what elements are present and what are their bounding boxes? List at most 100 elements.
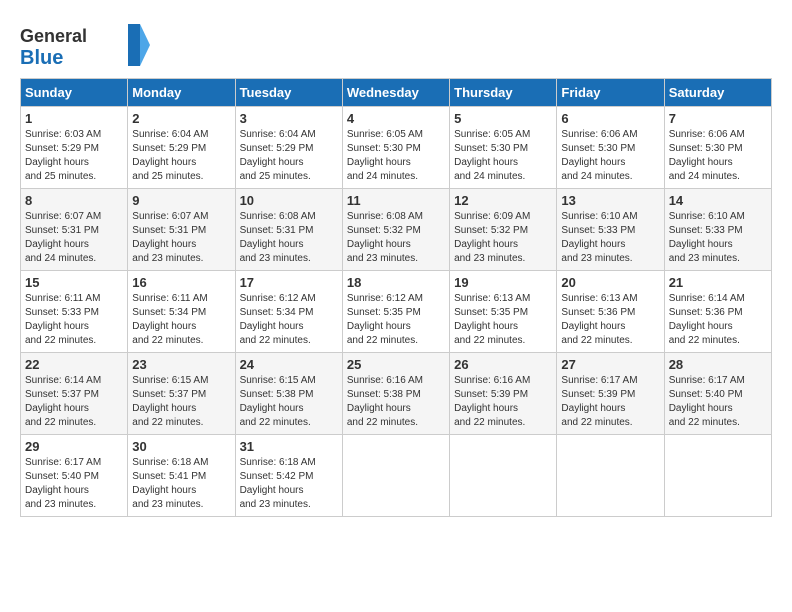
daylight-value: and 24 minutes. bbox=[347, 171, 418, 182]
sunrise-label: Sunrise: 6:15 AM bbox=[240, 375, 316, 386]
daylight-label: Daylight hours bbox=[669, 403, 733, 414]
weekday-header-saturday: Saturday bbox=[664, 79, 771, 107]
sunset-label: Sunset: 5:42 PM bbox=[240, 471, 314, 482]
daylight-label: Daylight hours bbox=[25, 321, 89, 332]
sunrise-label: Sunrise: 6:16 AM bbox=[347, 375, 423, 386]
day-number: 1 bbox=[25, 111, 123, 126]
day-number: 30 bbox=[132, 439, 230, 454]
day-info: Sunrise: 6:08 AM Sunset: 5:32 PM Dayligh… bbox=[347, 210, 445, 266]
svg-text:Blue: Blue bbox=[20, 47, 63, 69]
sunrise-label: Sunrise: 6:04 AM bbox=[240, 129, 316, 140]
calendar-table: SundayMondayTuesdayWednesdayThursdayFrid… bbox=[20, 78, 772, 517]
daylight-label: Daylight hours bbox=[454, 239, 518, 250]
daylight-label: Daylight hours bbox=[454, 157, 518, 168]
day-number: 4 bbox=[347, 111, 445, 126]
calendar-day-cell: 11 Sunrise: 6:08 AM Sunset: 5:32 PM Dayl… bbox=[342, 189, 449, 271]
sunset-label: Sunset: 5:31 PM bbox=[240, 225, 314, 236]
daylight-label: Daylight hours bbox=[669, 157, 733, 168]
day-info: Sunrise: 6:17 AM Sunset: 5:40 PM Dayligh… bbox=[25, 456, 123, 512]
daylight-value: and 22 minutes. bbox=[25, 335, 96, 346]
sunset-label: Sunset: 5:34 PM bbox=[240, 307, 314, 318]
calendar-body: 1 Sunrise: 6:03 AM Sunset: 5:29 PM Dayli… bbox=[21, 107, 772, 517]
sunset-label: Sunset: 5:33 PM bbox=[25, 307, 99, 318]
sunset-label: Sunset: 5:39 PM bbox=[454, 389, 528, 400]
day-number: 31 bbox=[240, 439, 338, 454]
calendar-day-cell: 29 Sunrise: 6:17 AM Sunset: 5:40 PM Dayl… bbox=[21, 435, 128, 517]
day-info: Sunrise: 6:16 AM Sunset: 5:39 PM Dayligh… bbox=[454, 374, 552, 430]
daylight-value: and 22 minutes. bbox=[454, 335, 525, 346]
sunrise-label: Sunrise: 6:05 AM bbox=[454, 129, 530, 140]
sunrise-label: Sunrise: 6:15 AM bbox=[132, 375, 208, 386]
daylight-label: Daylight hours bbox=[561, 239, 625, 250]
logo-svg: General Blue bbox=[20, 20, 150, 70]
day-number: 2 bbox=[132, 111, 230, 126]
daylight-value: and 22 minutes. bbox=[561, 417, 632, 428]
day-info: Sunrise: 6:10 AM Sunset: 5:33 PM Dayligh… bbox=[561, 210, 659, 266]
sunset-label: Sunset: 5:29 PM bbox=[132, 143, 206, 154]
day-number: 20 bbox=[561, 275, 659, 290]
logo-area: General Blue bbox=[20, 20, 150, 70]
daylight-value: and 25 minutes. bbox=[132, 171, 203, 182]
calendar-day-cell: 4 Sunrise: 6:05 AM Sunset: 5:30 PM Dayli… bbox=[342, 107, 449, 189]
sunset-label: Sunset: 5:40 PM bbox=[25, 471, 99, 482]
calendar-day-cell: 1 Sunrise: 6:03 AM Sunset: 5:29 PM Dayli… bbox=[21, 107, 128, 189]
sunset-label: Sunset: 5:40 PM bbox=[669, 389, 743, 400]
daylight-value: and 23 minutes. bbox=[25, 499, 96, 510]
day-number: 14 bbox=[669, 193, 767, 208]
daylight-value: and 22 minutes. bbox=[132, 417, 203, 428]
sunrise-label: Sunrise: 6:17 AM bbox=[25, 457, 101, 468]
daylight-value: and 22 minutes. bbox=[347, 335, 418, 346]
sunrise-label: Sunrise: 6:06 AM bbox=[561, 129, 637, 140]
day-info: Sunrise: 6:12 AM Sunset: 5:34 PM Dayligh… bbox=[240, 292, 338, 348]
daylight-label: Daylight hours bbox=[347, 157, 411, 168]
day-number: 21 bbox=[669, 275, 767, 290]
daylight-label: Daylight hours bbox=[132, 403, 196, 414]
daylight-label: Daylight hours bbox=[25, 485, 89, 496]
daylight-value: and 25 minutes. bbox=[25, 171, 96, 182]
daylight-label: Daylight hours bbox=[561, 403, 625, 414]
calendar-day-cell: 16 Sunrise: 6:11 AM Sunset: 5:34 PM Dayl… bbox=[128, 271, 235, 353]
sunset-label: Sunset: 5:36 PM bbox=[669, 307, 743, 318]
calendar-day-cell: 13 Sunrise: 6:10 AM Sunset: 5:33 PM Dayl… bbox=[557, 189, 664, 271]
weekday-header-wednesday: Wednesday bbox=[342, 79, 449, 107]
calendar-day-cell: 8 Sunrise: 6:07 AM Sunset: 5:31 PM Dayli… bbox=[21, 189, 128, 271]
sunset-label: Sunset: 5:30 PM bbox=[669, 143, 743, 154]
day-info: Sunrise: 6:10 AM Sunset: 5:33 PM Dayligh… bbox=[669, 210, 767, 266]
sunset-label: Sunset: 5:37 PM bbox=[132, 389, 206, 400]
daylight-label: Daylight hours bbox=[132, 321, 196, 332]
sunset-label: Sunset: 5:37 PM bbox=[25, 389, 99, 400]
calendar-day-cell: 22 Sunrise: 6:14 AM Sunset: 5:37 PM Dayl… bbox=[21, 353, 128, 435]
daylight-value: and 22 minutes. bbox=[25, 417, 96, 428]
sunset-label: Sunset: 5:32 PM bbox=[347, 225, 421, 236]
calendar-week-row: 8 Sunrise: 6:07 AM Sunset: 5:31 PM Dayli… bbox=[21, 189, 772, 271]
day-info: Sunrise: 6:17 AM Sunset: 5:40 PM Dayligh… bbox=[669, 374, 767, 430]
day-number: 23 bbox=[132, 357, 230, 372]
daylight-label: Daylight hours bbox=[25, 403, 89, 414]
weekday-header-sunday: Sunday bbox=[21, 79, 128, 107]
day-number: 6 bbox=[561, 111, 659, 126]
calendar-week-row: 15 Sunrise: 6:11 AM Sunset: 5:33 PM Dayl… bbox=[21, 271, 772, 353]
daylight-value: and 23 minutes. bbox=[561, 253, 632, 264]
day-number: 10 bbox=[240, 193, 338, 208]
day-number: 28 bbox=[669, 357, 767, 372]
calendar-day-cell: 27 Sunrise: 6:17 AM Sunset: 5:39 PM Dayl… bbox=[557, 353, 664, 435]
sunrise-label: Sunrise: 6:18 AM bbox=[132, 457, 208, 468]
sunrise-label: Sunrise: 6:10 AM bbox=[669, 211, 745, 222]
calendar-day-cell bbox=[664, 435, 771, 517]
svg-text:General: General bbox=[20, 26, 87, 46]
calendar-day-cell: 17 Sunrise: 6:12 AM Sunset: 5:34 PM Dayl… bbox=[235, 271, 342, 353]
daylight-value: and 22 minutes. bbox=[240, 335, 311, 346]
calendar-week-row: 1 Sunrise: 6:03 AM Sunset: 5:29 PM Dayli… bbox=[21, 107, 772, 189]
day-info: Sunrise: 6:07 AM Sunset: 5:31 PM Dayligh… bbox=[132, 210, 230, 266]
sunset-label: Sunset: 5:29 PM bbox=[25, 143, 99, 154]
sunrise-label: Sunrise: 6:17 AM bbox=[561, 375, 637, 386]
day-info: Sunrise: 6:17 AM Sunset: 5:39 PM Dayligh… bbox=[561, 374, 659, 430]
day-number: 18 bbox=[347, 275, 445, 290]
sunrise-label: Sunrise: 6:07 AM bbox=[132, 211, 208, 222]
day-number: 9 bbox=[132, 193, 230, 208]
calendar-day-cell: 18 Sunrise: 6:12 AM Sunset: 5:35 PM Dayl… bbox=[342, 271, 449, 353]
sunrise-label: Sunrise: 6:11 AM bbox=[132, 293, 207, 304]
sunrise-label: Sunrise: 6:13 AM bbox=[454, 293, 530, 304]
calendar-day-cell: 28 Sunrise: 6:17 AM Sunset: 5:40 PM Dayl… bbox=[664, 353, 771, 435]
calendar-day-cell: 24 Sunrise: 6:15 AM Sunset: 5:38 PM Dayl… bbox=[235, 353, 342, 435]
